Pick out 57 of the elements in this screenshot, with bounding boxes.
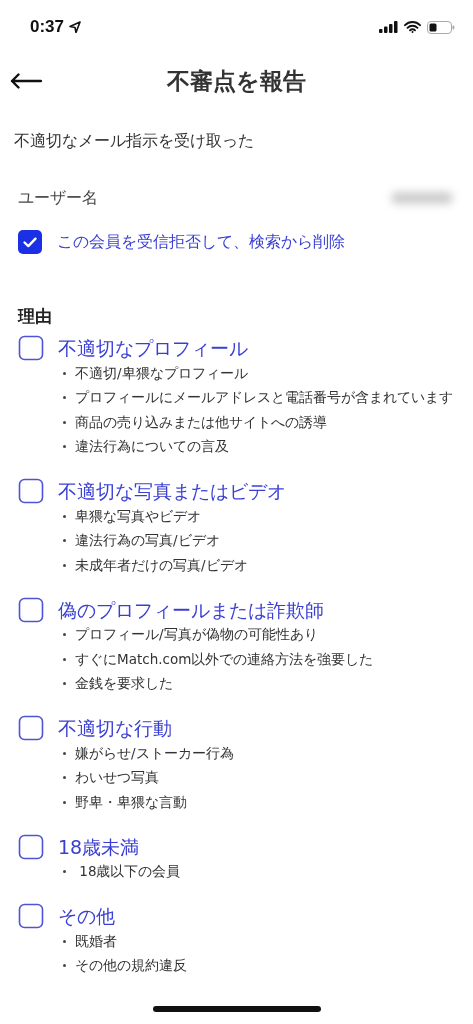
reason-detail: 不適切/卑猥なプロフィール (75, 364, 248, 382)
reason-detail: 卑猥な写真やビデオ (75, 507, 201, 525)
bullet-icon (63, 964, 66, 968)
report-reason-text: 不適切なメール指示を受け取った (13, 130, 255, 152)
reason-title[interactable]: 18歳未満 (58, 833, 473, 860)
bullet-icon (63, 939, 66, 943)
bullet-icon (63, 751, 66, 755)
bullet-icon (63, 682, 66, 686)
checkbox[interactable] (18, 715, 44, 741)
bullet-icon (63, 657, 66, 661)
signal-icon (379, 21, 398, 33)
bullet-icon (63, 563, 66, 567)
checkbox[interactable] (17, 229, 43, 255)
reason-detail: 未成年者だけの写真/ビデオ (75, 556, 248, 574)
checkbox[interactable] (18, 833, 44, 860)
reason-detail: 嫌がらせ/ストーカー行為 (75, 744, 234, 762)
battery-icon (427, 20, 455, 34)
bullet-icon (63, 633, 66, 637)
reason-title[interactable]: 偽のプロフィールまたは詐欺師 (58, 596, 473, 623)
bullet-icon (63, 420, 66, 424)
reason-detail: 金銭を要求した (75, 675, 173, 693)
blurred-username (391, 192, 453, 204)
reason-detail: 18歳以下の会員 (78, 863, 181, 881)
reason-detail: わいせつ写真 (75, 769, 159, 787)
bullet-icon (63, 800, 66, 804)
username-label: ユーザー名 (18, 187, 98, 209)
reason-title[interactable]: 不適切な行動 (58, 715, 473, 741)
bullet-icon (63, 870, 66, 874)
reason-detail: 違法行為の写真/ビデオ (75, 532, 220, 550)
bullet-icon (63, 371, 66, 375)
reason-title[interactable]: その他 (58, 903, 473, 929)
checkbox[interactable] (18, 335, 44, 361)
reason-title[interactable]: 不適切な写真またはビデオ (58, 478, 473, 504)
bullet-icon (63, 396, 66, 400)
reason-detail: 違法行為についての言及 (75, 438, 229, 456)
bullet-icon (63, 776, 66, 780)
section-heading: 理由 (16, 305, 53, 328)
checkbox[interactable] (18, 903, 44, 929)
reason-detail: その他の規約違反 (75, 957, 187, 975)
reason-detail: 既婚者 (75, 932, 117, 950)
checkbox[interactable] (18, 596, 44, 623)
reason-detail: プロフィールにメールアドレスと電話番号が含まれています (75, 389, 453, 407)
bullet-icon (63, 514, 66, 518)
clock-time: 0:37 (30, 17, 65, 37)
reason-detail: プロフィール/写真が偽物の可能性あり (75, 626, 318, 644)
page-title: 不審点を報告 (165, 66, 307, 96)
block-member-option[interactable]: この会員を受信拒否して、検索から削除 (57, 231, 345, 253)
back-arrow-icon (10, 73, 42, 89)
reason-detail: 商品の売り込みまたは他サイトへの誘導 (75, 413, 327, 431)
reason-detail: すぐにMatch.com以外での連絡方法を強要した (75, 650, 374, 668)
bullet-icon (63, 445, 66, 449)
reason-detail: 野卑・卑猥な言動 (75, 793, 187, 811)
reason-title[interactable]: 不適切なプロフィール (58, 335, 473, 361)
bullet-icon (63, 539, 66, 543)
checkbox[interactable] (18, 478, 44, 504)
location-arrow-icon (69, 21, 82, 33)
wifi-icon (404, 21, 421, 33)
